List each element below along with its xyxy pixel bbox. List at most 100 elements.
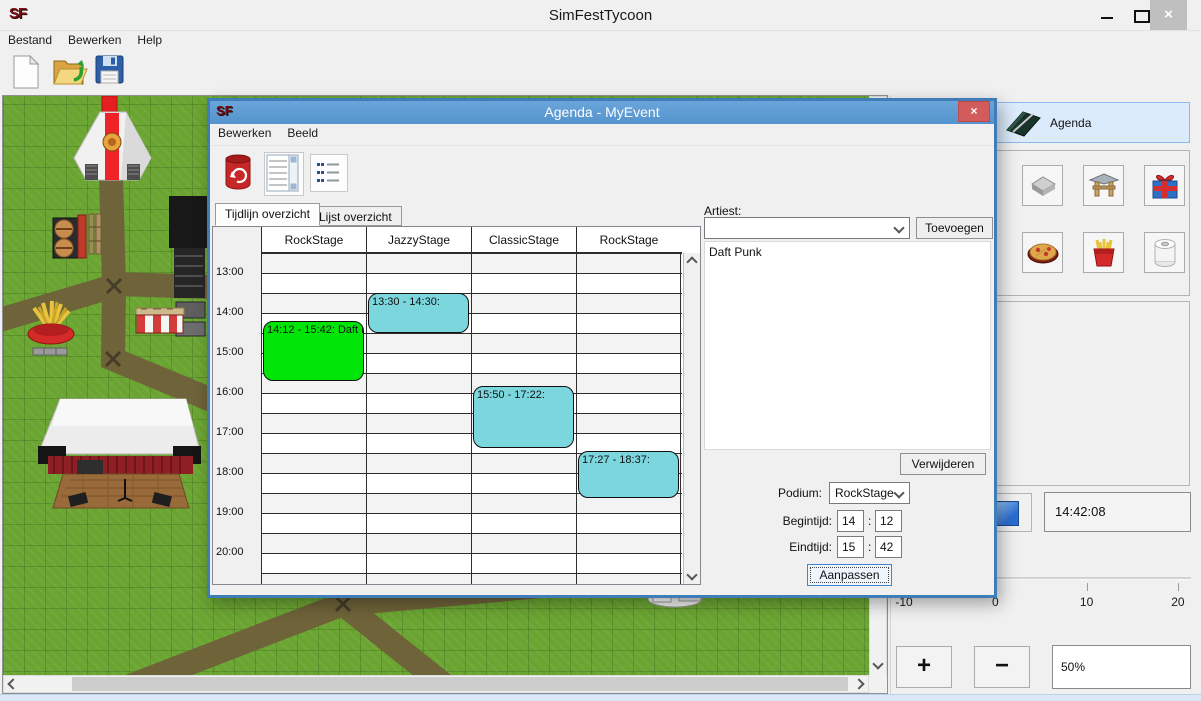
tab-tijdlijn-overzicht[interactable]: Tijdlijn overzicht: [215, 203, 320, 226]
artist-label: Artiest:: [704, 204, 741, 218]
podium-combobox-value: RockStage: [835, 486, 894, 500]
shop-item-toilet-paper[interactable]: [1144, 232, 1185, 273]
shop-item-road-tile[interactable]: [1022, 165, 1063, 206]
timeline-panel: 13:0014:0015:0016:0017:0018:0019:0020:00…: [212, 226, 701, 585]
main-stage[interactable]: [38, 399, 201, 508]
list-view-button[interactable]: [310, 154, 348, 192]
time-colon: :: [868, 514, 871, 528]
fries-icon: [1089, 237, 1119, 269]
apply-button[interactable]: Aanpassen: [807, 564, 892, 586]
agenda-event-15-50-17-22[interactable]: 15:50 - 17:22:: [473, 386, 574, 447]
stage-column-header-rockstage-0: RockStage: [261, 227, 366, 253]
scroll-right-arrow-icon[interactable]: [851, 677, 867, 693]
map-horizontal-scrollbar[interactable]: [3, 675, 869, 693]
time-label: 19:00: [216, 506, 244, 518]
begin-time-label: Begintijd:: [730, 514, 832, 528]
bench[interactable]: [89, 214, 101, 254]
dialog-close-button[interactable]: ×: [958, 101, 990, 122]
menu-item-bestand[interactable]: Bestand: [0, 31, 60, 47]
time-label: 20:00: [216, 546, 244, 558]
agenda-event-17-27-18-37[interactable]: 17:27 - 18:37:: [578, 451, 679, 498]
timeline-scrollbar[interactable]: [683, 253, 700, 585]
agenda-event-14-12-15-42[interactable]: 14:12 - 15:42: Daft P: [263, 321, 364, 381]
agenda-button[interactable]: Agenda: [994, 102, 1190, 143]
zoom-out-button[interactable]: −: [974, 646, 1030, 688]
main-toolbar: [0, 50, 1201, 95]
menu-item-help[interactable]: Help: [129, 31, 170, 47]
toilet-paper-icon: [1150, 237, 1180, 269]
chevron-down-icon: [893, 222, 904, 233]
dialog-menubar: BewerkenBeeld: [210, 124, 994, 146]
time-colon: :: [868, 540, 871, 554]
add-artist-button[interactable]: Toevoegen: [916, 217, 993, 239]
gift-icon: [1149, 170, 1181, 202]
info-panel: [994, 301, 1190, 486]
horizontal-scrollbar-thumb[interactable]: [72, 677, 848, 691]
timeline-view-button[interactable]: [264, 152, 304, 196]
save-button[interactable]: [94, 54, 130, 92]
open-folder-icon: [52, 54, 88, 88]
end-hour-input[interactable]: [837, 536, 864, 558]
window-title: SimFestTycoon: [0, 7, 1201, 24]
list-view-icon: [311, 155, 345, 189]
menu-item-bewerken[interactable]: Bewerken: [60, 31, 129, 47]
delete-event-button[interactable]: [222, 152, 254, 197]
podium-combobox[interactable]: RockStage: [829, 482, 910, 504]
time-label: 15:00: [216, 346, 244, 358]
stage-column-header-classicstage-2: ClassicStage: [471, 227, 576, 253]
end-time-label: Eindtijd:: [730, 540, 832, 554]
road-tile-icon: [1026, 170, 1060, 200]
main-menubar: BestandBewerkenHelp: [0, 30, 1201, 51]
dialog-menu-item-beeld[interactable]: Beeld: [279, 124, 326, 140]
end-minute-input[interactable]: [875, 536, 902, 558]
begin-hour-input[interactable]: [837, 510, 864, 532]
tab-lijst-overzicht[interactable]: Lijst overzicht: [309, 206, 402, 226]
save-floppy-icon: [94, 54, 126, 86]
stage-column-header-rockstage-3: RockStage: [576, 227, 681, 253]
stage-column-header-jazzystage-1: JazzyStage: [366, 227, 471, 253]
burger-stand[interactable]: [53, 215, 86, 258]
scroll-left-arrow-icon[interactable]: [5, 677, 21, 693]
grid-column-line: [261, 253, 262, 585]
stage-gate-icon: [1087, 170, 1121, 200]
shop-item-gift[interactable]: [1144, 165, 1185, 206]
trash-icon: [222, 152, 254, 192]
window-titlebar[interactable]: SF SimFestTycoon ×: [0, 0, 1201, 30]
podium-label: Podium:: [730, 486, 822, 500]
agenda-event-13-30-14-30[interactable]: 13:30 - 14:30:: [368, 293, 469, 333]
scroll-down-arrow-icon[interactable]: [870, 657, 886, 673]
time-label: 14:00: [216, 306, 244, 318]
begin-minute-input[interactable]: [875, 510, 902, 532]
grid-column-line: [680, 253, 681, 585]
minimize-button[interactable]: [1090, 0, 1124, 30]
dialog-titlebar[interactable]: SF Agenda - MyEvent ×: [210, 101, 994, 124]
new-file-button[interactable]: [10, 54, 46, 92]
chevron-down-icon: [893, 487, 904, 498]
time-gutter: 13:0014:0015:0016:0017:0018:0019:0020:00: [213, 227, 261, 584]
agenda-dialog[interactable]: SF Agenda - MyEvent × BewerkenBeeld: [207, 98, 997, 598]
market-stall[interactable]: [136, 308, 184, 333]
artist-list-item-daft-punk[interactable]: Daft Punk: [705, 242, 990, 259]
shop-item-fries[interactable]: [1083, 232, 1124, 273]
close-button[interactable]: ×: [1150, 0, 1187, 30]
dialog-menu-item-bewerken[interactable]: Bewerken: [210, 124, 279, 140]
schedule-grid[interactable]: 13:30 - 14:30:14:12 - 15:42: Daft P 15:50…: [261, 253, 682, 585]
minimize-icon: [1101, 17, 1113, 19]
artist-combobox[interactable]: [704, 217, 910, 239]
timeline-scroll-up-icon[interactable]: [684, 255, 700, 271]
remove-artist-button[interactable]: Verwijderen: [900, 453, 986, 475]
scrollbar-corner: [869, 675, 887, 693]
agenda-button-label: Agenda: [1050, 116, 1091, 130]
timeline-scroll-down-icon[interactable]: [684, 568, 700, 584]
artist-listbox[interactable]: Daft Punk: [704, 241, 991, 450]
open-file-button[interactable]: [52, 54, 88, 92]
shop-item-stage-gate[interactable]: [1083, 165, 1124, 206]
application-window: SF SimFestTycoon × BestandBewerkenHelp: [0, 0, 1201, 701]
zoom-in-button[interactable]: +: [896, 646, 952, 688]
grid-column-line: [576, 253, 577, 585]
party-tent[interactable]: [74, 112, 151, 180]
time-label: 16:00: [216, 386, 244, 398]
game-clock: 14:42:08: [1044, 492, 1191, 532]
shop-item-pizza[interactable]: [1022, 232, 1063, 273]
time-label: 13:00: [216, 266, 244, 278]
